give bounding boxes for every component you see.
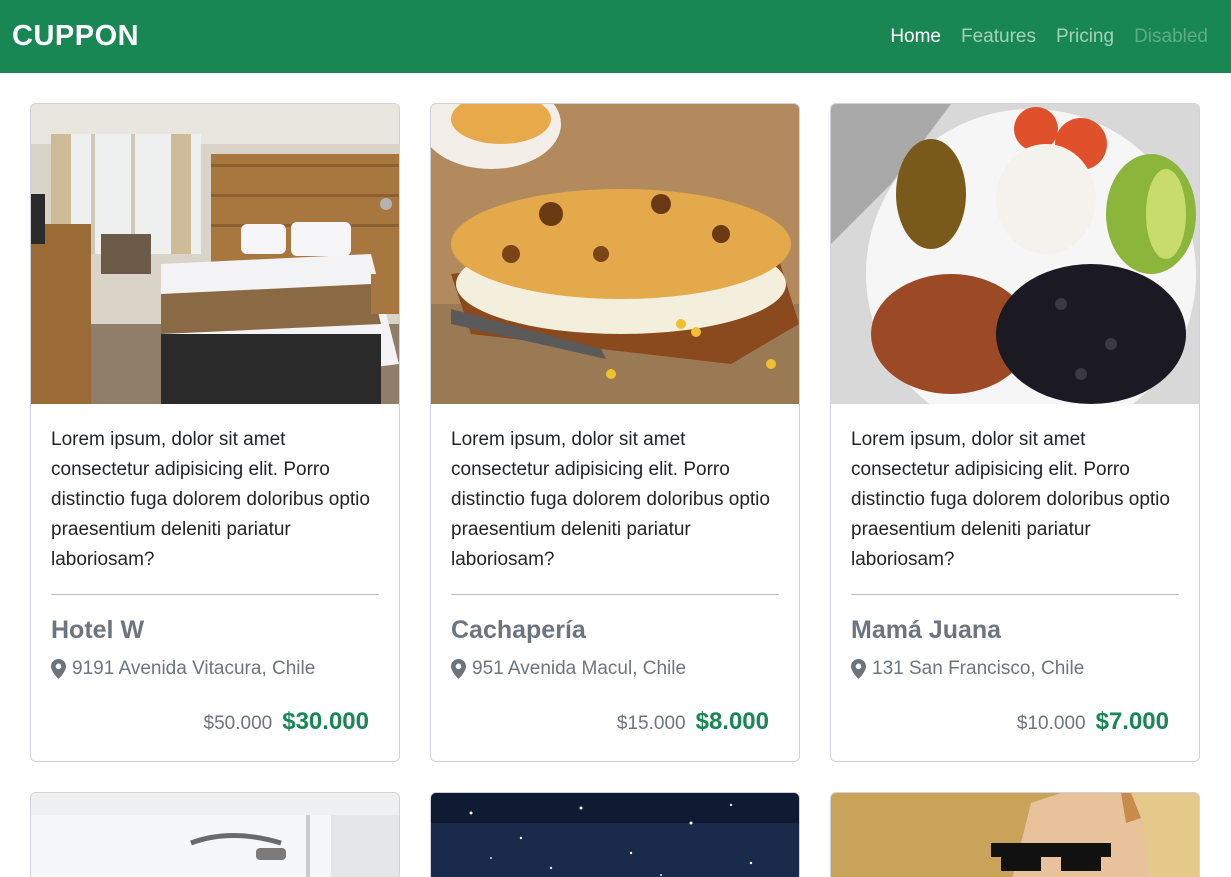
deal-card[interactable] (30, 792, 400, 877)
hotel-room-image (31, 104, 399, 404)
card-body: Lorem ipsum, dolor sit amet consectetur … (51, 425, 379, 575)
card-address: 9191 Avenida Vitacura, Chile (51, 658, 315, 680)
night-sky-image (431, 793, 799, 877)
deal-card[interactable] (830, 792, 1200, 877)
navbar: CUPPON Home Features Pricing Disabled (0, 0, 1231, 73)
nav-links: Home Features Pricing Disabled (880, 26, 1208, 48)
card-divider (851, 594, 1179, 595)
nav-link-disabled: Disabled (1134, 25, 1208, 47)
card-description: Lorem ipsum, dolor sit amet consectetur … (451, 429, 770, 570)
card-prices: $50.000 $30.000 (204, 708, 369, 736)
card-title: Hotel W (51, 616, 145, 644)
deal-card[interactable]: Lorem ipsum, dolor sit amet consectetur … (830, 103, 1200, 762)
pabellon-plate-image (831, 104, 1199, 404)
old-price: $10.000 (1016, 713, 1086, 734)
card-address: 951 Avenida Macul, Chile (451, 658, 686, 680)
card-body: Lorem ipsum, dolor sit amet consectetur … (451, 425, 779, 575)
card-title: Mamá Juana (851, 616, 1002, 644)
address-text: 131 San Francisco, Chile (872, 658, 1085, 679)
nav-link-features[interactable]: Features (951, 26, 1046, 48)
deal-card[interactable]: Lorem ipsum, dolor sit amet consectetur … (30, 103, 400, 762)
doge-sunglasses-image (831, 793, 1199, 877)
map-pin-icon (451, 659, 466, 679)
address-text: 9191 Avenida Vitacura, Chile (72, 658, 316, 679)
address-text: 951 Avenida Macul, Chile (472, 658, 687, 679)
map-pin-icon (51, 659, 66, 679)
card-address: 131 San Francisco, Chile (851, 658, 1084, 680)
new-price: $30.000 (282, 708, 369, 735)
card-divider (451, 594, 779, 595)
cachapa-image (431, 104, 799, 404)
clinic-room-image (31, 793, 399, 877)
card-divider (51, 594, 379, 595)
deal-card[interactable] (430, 792, 800, 877)
card-prices: $15.000 $8.000 (617, 708, 769, 736)
new-price: $7.000 (1095, 708, 1169, 735)
old-price: $50.000 (203, 713, 273, 734)
card-description: Lorem ipsum, dolor sit amet consectetur … (851, 429, 1170, 570)
nav-link-home[interactable]: Home (880, 26, 951, 48)
card-body: Lorem ipsum, dolor sit amet consectetur … (851, 425, 1179, 575)
map-pin-icon (851, 659, 866, 679)
card-title: Cachapería (451, 616, 586, 644)
card-description: Lorem ipsum, dolor sit amet consectetur … (51, 429, 370, 570)
brand-logo[interactable]: CUPPON (12, 20, 139, 53)
card-prices: $10.000 $7.000 (1017, 708, 1169, 736)
nav-link-pricing[interactable]: Pricing (1046, 26, 1124, 48)
deal-card[interactable]: Lorem ipsum, dolor sit amet consectetur … (430, 103, 800, 762)
new-price: $8.000 (695, 708, 769, 735)
old-price: $15.000 (616, 713, 686, 734)
